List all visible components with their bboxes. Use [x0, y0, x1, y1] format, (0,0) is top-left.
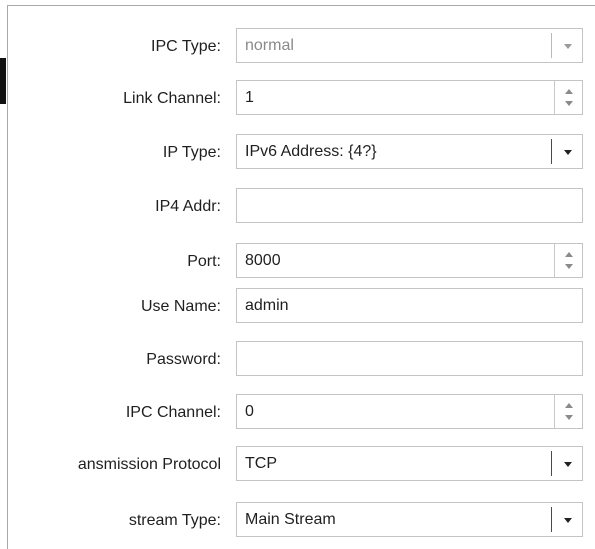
ip4-addr-input[interactable] — [236, 188, 583, 223]
dropdown-separator — [551, 507, 552, 532]
chevron-down-icon[interactable] — [564, 462, 572, 467]
password-label: Password: — [146, 351, 221, 368]
chevron-down-icon[interactable] — [564, 518, 572, 523]
ipc-type-label: IPC Type: — [151, 38, 221, 55]
row-stream-type: stream Type: Main Stream — [0, 502, 595, 539]
spinner-down-icon[interactable] — [565, 415, 573, 420]
spinner-up-icon[interactable] — [565, 252, 573, 257]
row-ip4-addr: IP4 Addr: — [0, 188, 595, 225]
port-label: Port: — [187, 253, 221, 270]
link-channel-label: Link Channel: — [123, 90, 221, 107]
chevron-down-icon[interactable] — [564, 44, 572, 49]
spinner-down-icon[interactable] — [565, 101, 573, 106]
row-link-channel: Link Channel: 1 — [0, 80, 595, 117]
port-spin-buttons — [554, 244, 582, 277]
dropdown-separator — [551, 33, 552, 58]
dropdown-separator — [551, 451, 552, 476]
transmission-protocol-dropdown[interactable]: TCP — [236, 446, 583, 481]
ipc-channel-spinner[interactable]: 0 — [236, 394, 583, 429]
ip-type-value: IPv6 Address: {4?} — [245, 143, 377, 160]
panel-top-border — [7, 5, 595, 6]
spinner-up-icon[interactable] — [565, 89, 573, 94]
ip4-addr-label: IP4 Addr: — [155, 198, 221, 215]
spinner-down-icon[interactable] — [565, 264, 573, 269]
link-channel-spin-buttons — [554, 81, 582, 114]
password-field[interactable] — [236, 341, 583, 376]
ipc-config-panel: IPC Type: normal Link Channel: 1 IP Type… — [0, 0, 595, 549]
row-password: Password: — [0, 341, 595, 378]
ipc-channel-value: 0 — [245, 403, 254, 420]
ipc-type-value: normal — [245, 37, 294, 54]
row-user-name: Use Name: admin — [0, 288, 595, 325]
transmission-protocol-label: ansmission Protocol — [77, 456, 221, 473]
ip-type-label: IP Type: — [162, 144, 221, 161]
link-channel-spinner[interactable]: 1 — [236, 80, 583, 115]
port-spinner[interactable]: 8000 — [236, 243, 583, 278]
row-ip-type: IP Type: IPv6 Address: {4?} — [0, 134, 595, 171]
ipc-channel-label: IPC Channel: — [125, 404, 221, 421]
port-value: 8000 — [245, 252, 281, 269]
chevron-down-icon[interactable] — [564, 150, 572, 155]
ipc-channel-spin-buttons — [554, 395, 582, 428]
user-name-value: admin — [245, 297, 289, 314]
spinner-up-icon[interactable] — [565, 403, 573, 408]
stream-type-value: Main Stream — [245, 511, 336, 528]
ipc-type-dropdown[interactable]: normal — [236, 28, 583, 63]
row-ipc-type: IPC Type: normal — [0, 28, 595, 65]
link-channel-value: 1 — [245, 89, 254, 106]
transmission-protocol-value: TCP — [245, 455, 277, 472]
row-port: Port: 8000 — [0, 243, 595, 280]
row-transmission-protocol: ansmission Protocol TCP — [0, 446, 595, 483]
user-name-input[interactable]: admin — [236, 288, 583, 323]
user-name-label: Use Name: — [140, 298, 221, 315]
dropdown-separator — [551, 139, 552, 164]
ip-type-dropdown[interactable]: IPv6 Address: {4?} — [236, 134, 583, 169]
row-ipc-channel: IPC Channel: 0 — [0, 394, 595, 431]
stream-type-dropdown[interactable]: Main Stream — [236, 502, 583, 537]
stream-type-label: stream Type: — [128, 512, 221, 529]
